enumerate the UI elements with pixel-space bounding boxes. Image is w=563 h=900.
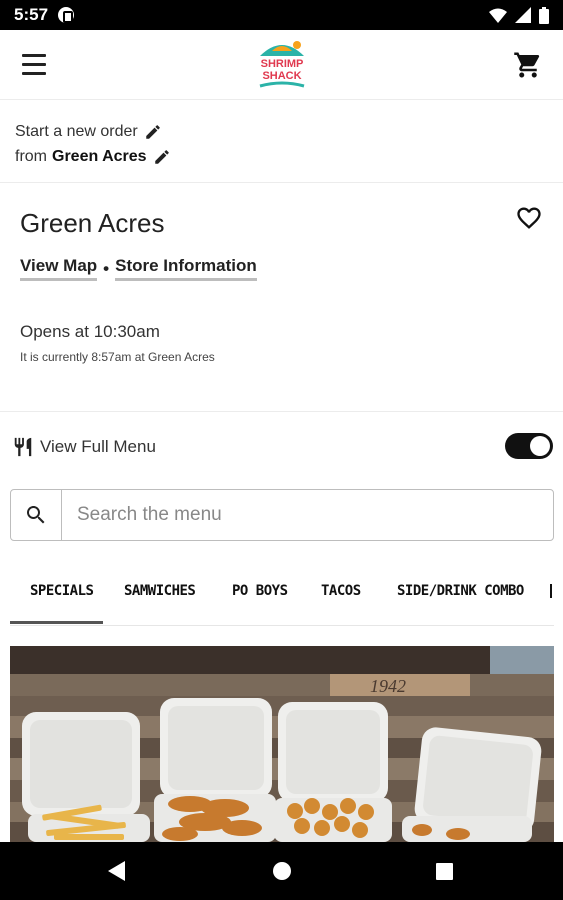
back-icon[interactable]: [108, 861, 125, 881]
battery-icon: [539, 6, 549, 24]
view-map-link[interactable]: View Map: [20, 256, 98, 281]
search-button[interactable]: [11, 490, 62, 540]
order-location-name: Green Acres: [52, 147, 147, 165]
tab-specials[interactable]: SPECIALS: [10, 562, 103, 624]
store-info-section: Green Acres View Map • Store Information…: [0, 184, 563, 412]
menu-search-box: [10, 489, 554, 541]
start-new-order-text: Start a new order: [15, 122, 138, 140]
link-separator: •: [103, 258, 110, 278]
utensils-icon: [14, 437, 32, 457]
status-icons: [489, 6, 549, 24]
tab-more-clipped[interactable]: [550, 562, 553, 624]
tab-side-drink-combo[interactable]: SIDE/DRINK COMBO: [397, 562, 524, 624]
app-bar: SHRIMP SHACK: [0, 30, 563, 100]
current-time-note: It is currently 8:57am at Green Acres: [20, 350, 215, 364]
hero-wall-text: 1942: [370, 676, 406, 696]
favorite-heart-icon[interactable]: [515, 204, 543, 232]
status-bar: 5:57: [0, 0, 563, 30]
store-name: Green Acres: [20, 208, 165, 238]
logo-text-line1: SHRIMP: [261, 58, 304, 70]
view-full-menu-toggle[interactable]: [505, 433, 553, 459]
category-tabs: SPECIALS SAMWICHES PO BOYS TACOS SIDE/DR…: [10, 562, 554, 626]
tab-samwiches[interactable]: SAMWICHES: [124, 562, 196, 624]
app-notification-icon: [58, 7, 75, 23]
start-new-order-row: Start a new order: [15, 119, 548, 144]
order-location-row: from Green Acres: [15, 144, 548, 169]
hamburger-menu-icon[interactable]: [20, 52, 50, 78]
store-information-link[interactable]: Store Information: [115, 256, 257, 281]
tab-tacos[interactable]: TACOS: [321, 562, 361, 624]
cart-icon[interactable]: [513, 50, 543, 80]
home-icon[interactable]: [273, 862, 291, 880]
tab-po-boys[interactable]: PO BOYS: [232, 562, 288, 624]
from-text: from: [15, 147, 47, 165]
shrimp-shack-logo: SHRIMP SHACK: [259, 41, 305, 88]
logo-text-line2: SHACK: [262, 70, 301, 82]
search-input[interactable]: [62, 490, 553, 540]
recents-icon[interactable]: [436, 863, 453, 880]
search-icon: [27, 506, 45, 524]
order-section: Start a new order from Green Acres: [0, 101, 563, 183]
opening-time: Opens at 10:30am: [20, 322, 160, 341]
edit-order-pencil-icon[interactable]: [144, 123, 162, 141]
view-full-menu-label: View Full Menu: [40, 437, 156, 456]
wifi-icon: [489, 8, 507, 23]
specials-hero-image: 1942: [10, 646, 554, 842]
edit-location-pencil-icon[interactable]: [153, 148, 171, 166]
status-time: 5:57: [14, 5, 49, 24]
toggle-knob: [530, 436, 550, 456]
view-full-menu-row: View Full Menu: [0, 413, 563, 479]
store-links: View Map • Store Information: [20, 256, 257, 281]
signal-icon: [515, 7, 531, 23]
system-navigation-bar: [0, 842, 563, 900]
